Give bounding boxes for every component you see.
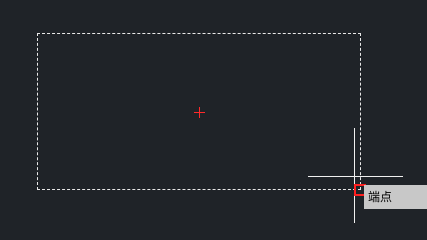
center-point-marker-icon bbox=[194, 107, 205, 118]
osnap-tooltip-label: 端点 bbox=[368, 190, 393, 204]
crosshair-horizontal-line bbox=[308, 176, 403, 177]
crosshair-vertical-line bbox=[354, 128, 355, 223]
drawing-canvas[interactable]: 端点 bbox=[0, 0, 427, 232]
osnap-tooltip: 端点 bbox=[364, 185, 427, 209]
